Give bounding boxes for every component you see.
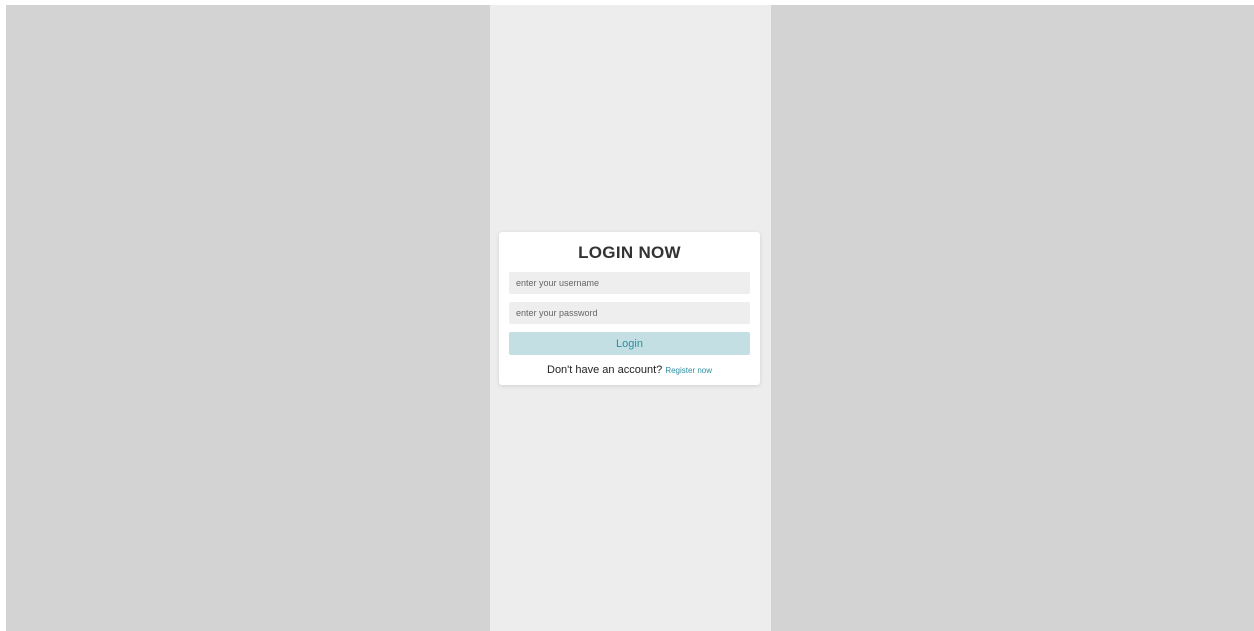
register-link[interactable]: Register now	[665, 366, 712, 375]
register-prompt: Don't have an account? Register now	[509, 363, 750, 378]
password-input[interactable]	[509, 302, 750, 324]
login-button[interactable]: Login	[509, 332, 750, 355]
username-input[interactable]	[509, 272, 750, 294]
login-form: LOGIN NOW Login Don't have an account? R…	[499, 232, 760, 385]
center-column: LOGIN NOW Login Don't have an account? R…	[490, 5, 771, 631]
login-title: LOGIN NOW	[578, 243, 681, 262]
page-background: LOGIN NOW Login Don't have an account? R…	[6, 5, 1254, 631]
register-prompt-text: Don't have an account?	[547, 364, 663, 376]
